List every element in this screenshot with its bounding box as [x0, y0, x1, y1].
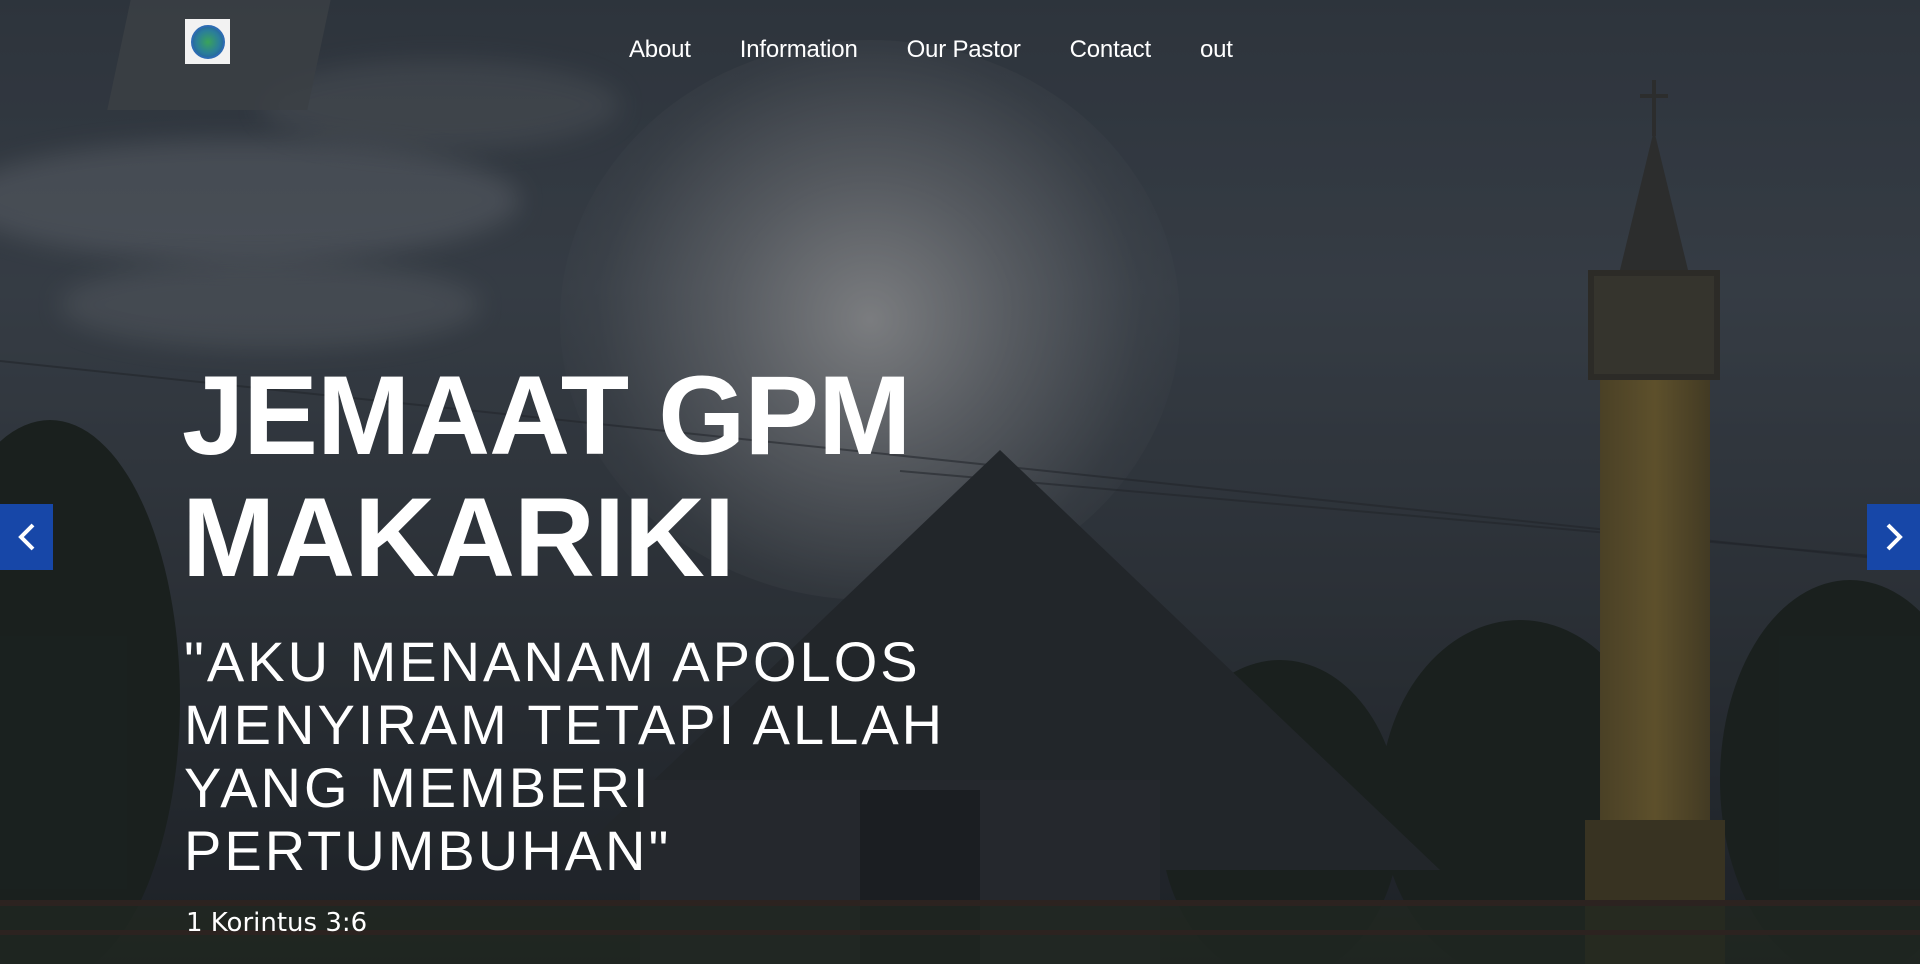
nav-our-pastor[interactable]: Our Pastor	[907, 36, 1021, 64]
hero-title: JEMAAT GPM MAKARIKI	[182, 355, 1082, 599]
hero-title-line: JEMAAT GPM	[182, 353, 911, 478]
carousel-prev-button[interactable]	[0, 504, 53, 570]
bible-reference: 1 Korintus 3:6	[186, 908, 368, 938]
carousel-next-button[interactable]	[1867, 504, 1920, 570]
chevron-left-icon	[17, 523, 34, 551]
nav-information[interactable]: Information	[740, 36, 858, 64]
chevron-right-icon	[1886, 523, 1903, 551]
nav-out[interactable]: out	[1200, 36, 1233, 64]
nav-about[interactable]: About	[629, 36, 691, 64]
main-nav: About Information Our Pastor Contact out	[629, 36, 1233, 64]
quote-line: "AKU MENANAM APOLOS	[184, 630, 921, 693]
quote-line: PERTUMBUHAN"	[184, 819, 672, 882]
nav-contact[interactable]: Contact	[1070, 36, 1152, 64]
hero-title-line: MAKARIKI	[182, 475, 735, 600]
quote-line: MENYIRAM TETAPI ALLAH	[184, 693, 946, 756]
church-emblem-icon	[190, 24, 225, 59]
logo-link[interactable]	[185, 19, 230, 64]
hero-quote: "AKU MENANAM APOLOS MENYIRAM TETAPI ALLA…	[184, 630, 1024, 882]
quote-line: YANG MEMBERI	[184, 756, 652, 819]
